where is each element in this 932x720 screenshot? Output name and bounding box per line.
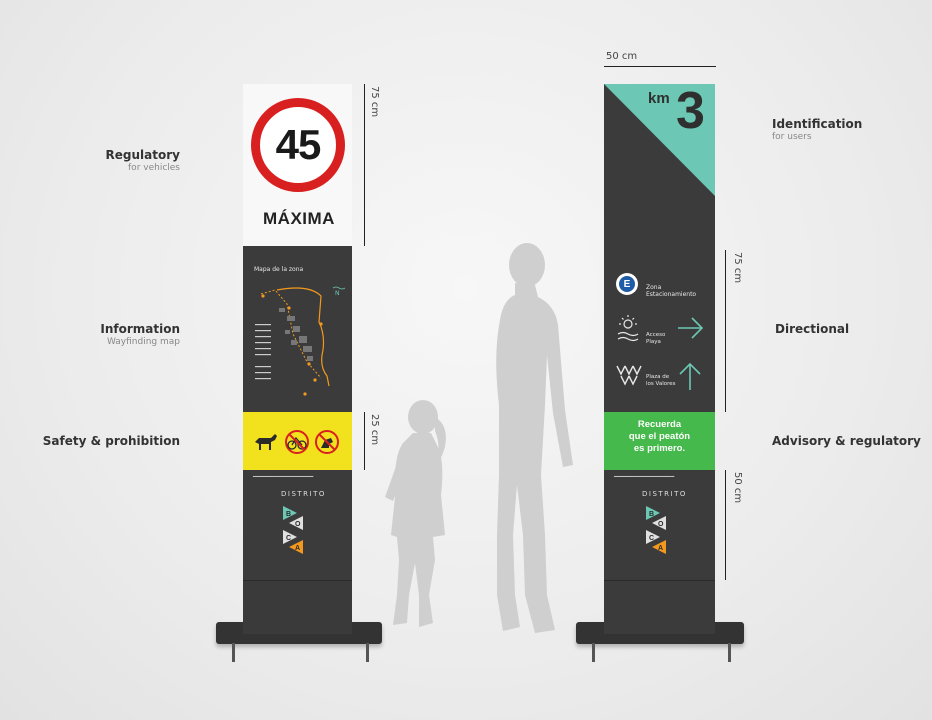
arrow-right-icon bbox=[678, 317, 704, 339]
access-text-line: Acceso bbox=[646, 332, 666, 338]
map-north-label: N bbox=[335, 290, 340, 297]
dog-icon bbox=[255, 434, 277, 450]
sun-waves-icon bbox=[617, 315, 639, 342]
advisory-line: es primero. bbox=[633, 443, 686, 454]
dim-left-top-line bbox=[364, 84, 365, 246]
people-silhouettes bbox=[385, 243, 573, 633]
right-district-panel: ━━━━━━━━━━━━━━━━━━━━ DISTRITO B O C A bbox=[604, 470, 715, 580]
label-safety-title: Safety & prohibition bbox=[42, 434, 180, 448]
left-map-panel: Mapa de la zona N bbox=[243, 246, 352, 412]
left-panel-seam bbox=[243, 580, 352, 581]
right-panel-seam bbox=[604, 580, 715, 581]
left-district-label: DISTRITO bbox=[281, 490, 326, 498]
speed-limit-word: MÁXIMA bbox=[263, 209, 335, 228]
label-safety: Safety & prohibition bbox=[40, 434, 180, 448]
advisory-line: Recuerda bbox=[637, 419, 682, 430]
plaza-text-line: los Valores bbox=[646, 380, 676, 387]
label-identification: Identification for users bbox=[772, 117, 862, 142]
km-label: km bbox=[648, 90, 670, 107]
km-value: 3 bbox=[676, 82, 705, 140]
advisory-line: que el peatón bbox=[628, 431, 691, 442]
plaza-valores-icon bbox=[616, 365, 642, 386]
dim-width-line bbox=[604, 66, 716, 67]
logo-letter: C bbox=[286, 535, 291, 542]
left-stand-leg bbox=[366, 643, 369, 662]
access-text-line: Playa bbox=[646, 338, 661, 345]
dim-right-mid-text: 75 cm bbox=[732, 252, 743, 284]
access-text: Acceso Playa bbox=[646, 332, 665, 345]
logo-letter: A bbox=[658, 545, 663, 552]
dim-left-top-text: 75 cm bbox=[369, 86, 380, 118]
logo-letter: C bbox=[649, 535, 654, 542]
label-directional: Directional bbox=[775, 322, 849, 336]
label-directional-title: Directional bbox=[775, 322, 850, 336]
label-regulatory: Regulatory for vehicles bbox=[60, 148, 180, 173]
label-information: Information Wayfinding map bbox=[60, 322, 180, 347]
zone-text-line: Estacionamiento bbox=[646, 291, 697, 298]
left-totem: 45 MÁXIMA Mapa de la zona N ━━━━━━━━━━━━… bbox=[243, 84, 352, 634]
speed-limit-value: 45 bbox=[275, 121, 322, 168]
arrow-up-icon bbox=[679, 362, 701, 390]
wayfinding-map bbox=[255, 286, 346, 396]
parking-zone-letter: E bbox=[619, 276, 635, 292]
label-identification-title: Identification bbox=[772, 117, 863, 131]
child-silhouette bbox=[385, 400, 446, 627]
left-footer-line: ━━━━━━━━━━━━━━━━━━━━ bbox=[253, 474, 314, 480]
logo-letter: A bbox=[295, 545, 300, 552]
logo-letter: B bbox=[286, 511, 291, 518]
adult-silhouette bbox=[496, 243, 573, 633]
speed-limit-sign: 45 bbox=[251, 98, 345, 192]
left-district-panel: ━━━━━━━━━━━━━━━━━━━━ DISTRITO B O C A bbox=[243, 470, 352, 580]
left-stand-leg bbox=[232, 643, 235, 662]
dim-left-mid-line bbox=[364, 412, 365, 470]
plaza-text: Plaza de los Valores bbox=[646, 374, 676, 387]
distrito-boca-logo: B O C A bbox=[283, 506, 303, 554]
label-regulatory-title: Regulatory bbox=[105, 148, 180, 162]
dim-width-text: 50 cm bbox=[606, 51, 638, 62]
right-totem: km 3 E Zona Estacionamiento Acceso Playa bbox=[604, 82, 715, 634]
right-district-label: DISTRITO bbox=[642, 490, 687, 498]
no-bicycle-icon bbox=[285, 430, 309, 454]
logo-letter: B bbox=[649, 511, 654, 518]
safety-panel bbox=[243, 412, 352, 470]
advisory-panel: Recuerda que el peatón es primero. bbox=[604, 412, 715, 470]
zone-text: Zona Estacionamiento bbox=[646, 284, 696, 298]
label-information-title: Information bbox=[100, 322, 180, 336]
right-stand-leg bbox=[728, 643, 731, 662]
dim-right-bottom-line bbox=[725, 470, 726, 580]
logo-letter: O bbox=[295, 521, 301, 528]
map-title: Mapa de la zona bbox=[254, 266, 304, 273]
logo-letter: O bbox=[658, 521, 664, 528]
label-advisory: Advisory & regulatory bbox=[772, 434, 921, 448]
right-footer-line: ━━━━━━━━━━━━━━━━━━━━ bbox=[614, 474, 675, 480]
label-identification-sub: for users bbox=[772, 132, 812, 142]
left-regulatory-panel: 45 MÁXIMA bbox=[243, 84, 352, 246]
no-dog-waste-icon bbox=[315, 430, 339, 454]
prohibition-icons bbox=[255, 430, 339, 454]
label-regulatory-sub: for vehicles bbox=[128, 163, 180, 173]
right-stand-leg bbox=[592, 643, 595, 662]
dim-right-bottom-text: 50 cm bbox=[732, 472, 743, 504]
zone-text-line: Zona bbox=[646, 284, 662, 291]
distrito-boca-logo: B O C A bbox=[646, 506, 666, 554]
label-information-sub: Wayfinding map bbox=[106, 337, 180, 347]
dim-right-mid-line bbox=[725, 250, 726, 412]
label-advisory-title: Advisory & regulatory bbox=[772, 434, 921, 448]
parking-zone-icon: E bbox=[616, 273, 638, 295]
